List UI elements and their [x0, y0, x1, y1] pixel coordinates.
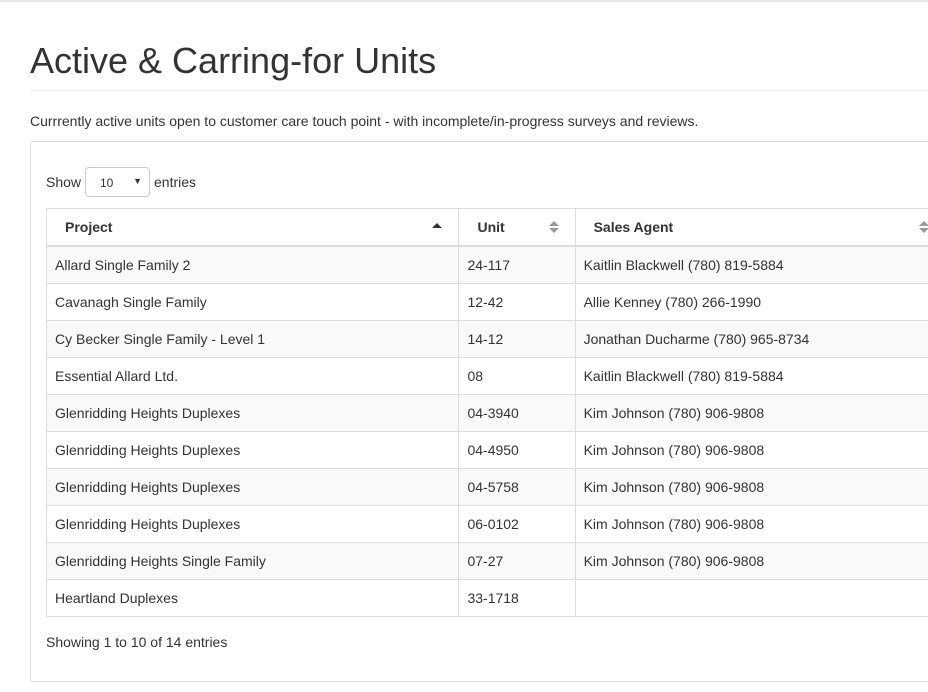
- cell-project: Glenridding Heights Duplexes: [45, 468, 460, 506]
- units-table: Project Unit Sales Agent Allard Single F…: [45, 208, 928, 617]
- cell-project: Allard Single Family 2: [45, 245, 460, 284]
- entries-per-page-select[interactable]: 10 ▼: [85, 167, 150, 197]
- table-row: Allard Single Family 2 24-117 Kaitlin Bl…: [45, 245, 928, 284]
- chevron-down-icon: ▼: [133, 176, 142, 186]
- cell-sales-agent: Jonathan Ducharme (780) 965-8734: [574, 320, 928, 358]
- sort-ascending-icon: [432, 223, 443, 228]
- table-row: Glenridding Heights Duplexes 04-5758 Kim…: [45, 468, 928, 506]
- table-row: Heartland Duplexes 33-1718: [45, 579, 928, 617]
- cell-sales-agent: Kim Johnson (780) 906-9808: [574, 431, 928, 469]
- column-header-label: Unit: [477, 219, 505, 235]
- title-divider: [30, 90, 928, 91]
- top-divider: [0, 0, 928, 2]
- page-subtitle: Currrently active units open to customer…: [30, 113, 699, 129]
- table-row: Glenridding Heights Duplexes 06-0102 Kim…: [45, 505, 928, 543]
- cell-project: Essential Allard Ltd.: [45, 357, 460, 395]
- cell-unit: 04-5758: [458, 468, 576, 506]
- cell-sales-agent: Kim Johnson (780) 906-9808: [574, 542, 928, 580]
- cell-sales-agent: Kim Johnson (780) 906-9808: [574, 394, 928, 432]
- column-header-unit[interactable]: Unit: [458, 208, 576, 247]
- table-row: Essential Allard Ltd. 08 Kaitlin Blackwe…: [45, 357, 928, 395]
- table-header-row: Project Unit Sales Agent: [45, 208, 928, 247]
- table-row: Glenridding Heights Duplexes 04-3940 Kim…: [45, 394, 928, 432]
- entries-label: entries: [154, 174, 197, 190]
- cell-sales-agent: Kim Johnson (780) 906-9808: [574, 468, 928, 506]
- cell-project: Glenridding Heights Duplexes: [45, 505, 460, 543]
- column-header-sales-agent[interactable]: Sales Agent: [574, 208, 928, 247]
- cell-project: Glenridding Heights Duplexes: [45, 431, 460, 469]
- cell-sales-agent: Kim Johnson (780) 906-9808: [574, 505, 928, 543]
- cell-sales-agent: [574, 579, 928, 617]
- sort-both-icon: [919, 221, 928, 233]
- cell-unit: 04-4950: [458, 431, 576, 469]
- column-header-label: Sales Agent: [593, 219, 674, 235]
- cell-project: Glenridding Heights Single Family: [45, 542, 460, 580]
- cell-project: Cy Becker Single Family - Level 1: [45, 320, 460, 358]
- table-row: Cavanagh Single Family 12-42 Allie Kenne…: [45, 283, 928, 321]
- cell-unit: 12-42: [458, 283, 576, 321]
- column-header-label: Project: [65, 219, 113, 235]
- cell-unit: 06-0102: [458, 505, 576, 543]
- cell-unit: 14-12: [458, 320, 576, 358]
- cell-sales-agent: Kaitlin Blackwell (780) 819-5884: [574, 245, 928, 284]
- page-title: Active & Carring-for Units: [30, 40, 437, 81]
- entries-per-page-value: 10: [100, 176, 114, 190]
- cell-project: Cavanagh Single Family: [45, 283, 460, 321]
- table-row: Glenridding Heights Single Family 07-27 …: [45, 542, 928, 580]
- cell-sales-agent: Kaitlin Blackwell (780) 819-5884: [574, 357, 928, 395]
- cell-unit: 33-1718: [458, 579, 576, 617]
- cell-unit: 07-27: [458, 542, 576, 580]
- cell-unit: 08: [458, 357, 576, 395]
- table-info: Showing 1 to 10 of 14 entries: [46, 634, 228, 650]
- table-row: Glenridding Heights Duplexes 04-4950 Kim…: [45, 431, 928, 469]
- cell-unit: 04-3940: [458, 394, 576, 432]
- table-row: Cy Becker Single Family - Level 1 14-12 …: [45, 320, 928, 358]
- sort-both-icon: [548, 221, 559, 233]
- cell-project: Glenridding Heights Duplexes: [45, 394, 460, 432]
- column-header-project[interactable]: Project: [45, 208, 460, 247]
- show-label: Show: [46, 174, 82, 190]
- cell-unit: 24-117: [458, 245, 576, 284]
- cell-project: Heartland Duplexes: [45, 579, 460, 617]
- cell-sales-agent: Allie Kenney (780) 266-1990: [574, 283, 928, 321]
